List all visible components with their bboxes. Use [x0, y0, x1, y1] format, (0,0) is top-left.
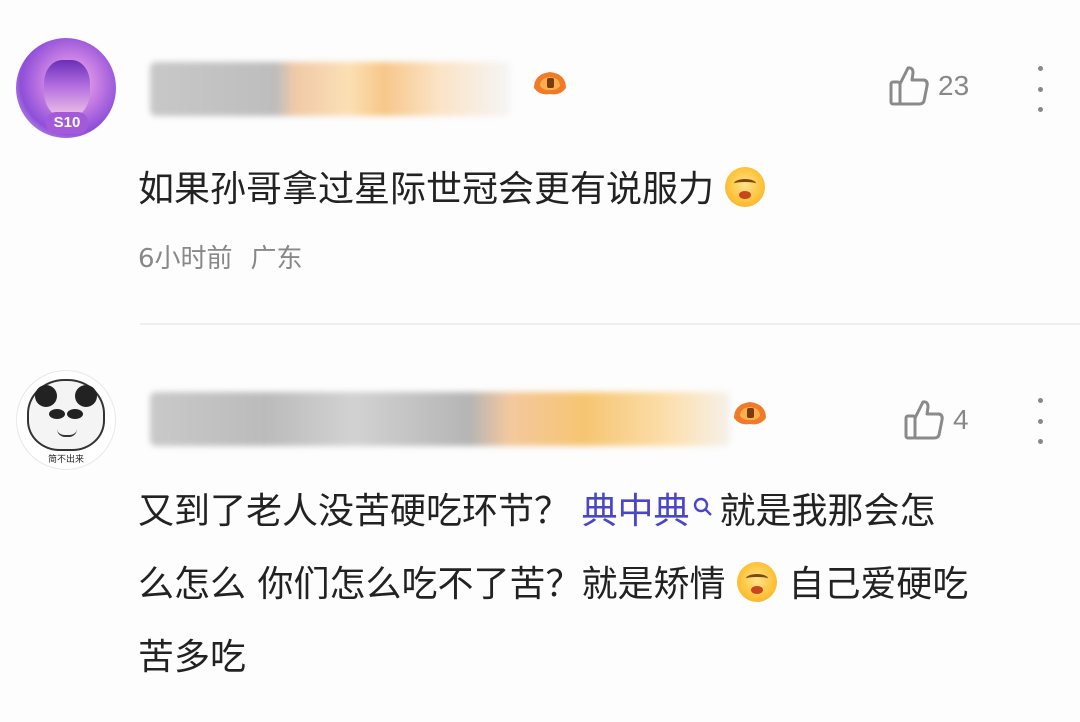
username-blurred[interactable] [150, 392, 730, 446]
panda-eye [49, 409, 65, 419]
comment-list: S10 23 如果孙哥拿过星际世冠会更有说服力 6小时前 广东 简不出来 4 又… [0, 0, 1080, 722]
comment-meta: 6小时前 广东 [138, 238, 303, 275]
panda-ear [35, 385, 57, 407]
more-dot [1037, 86, 1043, 92]
topic-tag-link[interactable]: 典中典 [581, 491, 689, 532]
avatar-badge: S10 [46, 112, 88, 134]
thumbs-up-icon [904, 400, 944, 440]
comment-text-body: 如果孙哥拿过星际世冠会更有说服力 [138, 169, 715, 210]
comment-divider [140, 323, 1080, 325]
comment-text-segment: 又到了老人没苦硬吃环节？ [138, 491, 571, 532]
more-options-button[interactable] [1030, 398, 1050, 444]
more-dot [1037, 66, 1043, 71]
more-dot [1037, 439, 1043, 444]
comment-item: 简不出来 4 又到了老人没苦硬吃环节？ 典中典 就是我那会怎 么怎么 你们怎么吃… [0, 330, 1080, 722]
comment-text: 如果孙哥拿过星际世冠会更有说服力 [138, 160, 766, 212]
level-badge-icon [734, 402, 766, 425]
grimace-emoji-icon [736, 562, 777, 602]
more-options-button[interactable] [1030, 66, 1050, 112]
comment-text-segment: 么怎么 你们怎么吃不了苦？就是矫情 [138, 564, 726, 605]
comment-line: 苦多吃 [138, 621, 968, 694]
like-count: 23 [938, 70, 970, 101]
panda-eye [67, 409, 83, 419]
panda-ear [75, 385, 97, 407]
level-badge-icon [534, 72, 566, 95]
comment-text-segment: 就是我那会怎 [719, 491, 936, 532]
comment-text-segment: 苦多吃 [138, 637, 247, 678]
panda-meme-face [27, 379, 105, 451]
comment-line: 又到了老人没苦硬吃环节？ 典中典 就是我那会怎 [138, 475, 968, 548]
more-dot [1037, 107, 1043, 112]
comment-text: 又到了老人没苦硬吃环节？ 典中典 就是我那会怎 么怎么 你们怎么吃不了苦？就是矫情… [138, 475, 968, 694]
avatar-caption: 简不出来 [47, 455, 84, 465]
more-dot [1037, 418, 1043, 424]
like-button[interactable]: 23 [888, 64, 969, 108]
username-blurred[interactable] [150, 62, 510, 116]
like-count: 4 [953, 404, 969, 435]
grimace-emoji-icon [725, 167, 766, 207]
thumbs-up-icon [889, 66, 929, 106]
avatar[interactable]: 简不出来 [16, 370, 116, 470]
search-icon[interactable] [693, 497, 713, 517]
comment-item: S10 23 如果孙哥拿过星际世冠会更有说服力 6小时前 广东 [0, 0, 1080, 325]
avatar-portrait [44, 60, 90, 118]
comment-time: 6小时前 [138, 244, 233, 274]
more-dot [1037, 398, 1043, 403]
comment-line: 么怎么 你们怎么吃不了苦？就是矫情 自己爱硬吃 [138, 548, 968, 621]
avatar[interactable]: S10 [16, 38, 116, 138]
like-button[interactable]: 4 [903, 398, 969, 442]
comment-location: 广东 [250, 244, 303, 274]
panda-mouth [57, 429, 77, 437]
comment-text-segment: 自己爱硬吃 [788, 564, 969, 605]
